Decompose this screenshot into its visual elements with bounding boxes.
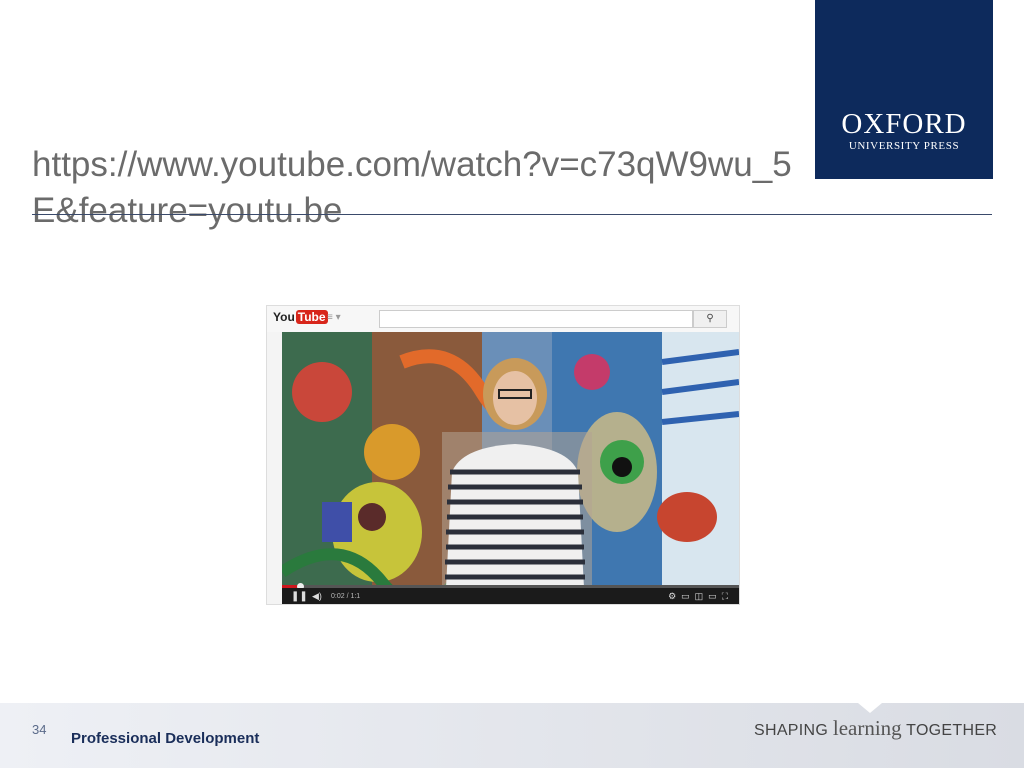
footer-label: Professional Development [71,730,260,747]
video-player[interactable]: ❚❚ ◀) 0:02 / 1:1 ⚙▭◫▭⛶ [282,332,739,604]
youtube-logo: You Tube [273,310,328,324]
logo-name: OXFORD [841,108,967,140]
tagline-right: TOGETHER [906,722,998,739]
volume-icon[interactable]: ◀) [312,591,322,602]
youtube-screenshot: You Tube ≡ ▾ ⚲ ❚❚ ◀) 0:02 / 1:1 ⚙▭◫▭⛶ [266,305,740,605]
logo-subtitle: UNIVERSITY PRESS [848,140,960,152]
oxford-logo: OXFORD UNIVERSITY PRESS [815,0,993,179]
youtube-header: You Tube ≡ ▾ ⚲ [267,306,739,332]
theater-icon[interactable]: ▭ [708,591,722,601]
miniplayer-icon[interactable]: ◫ [695,591,709,601]
pause-icon[interactable]: ❚❚ [291,591,308,602]
video-frame [282,332,739,604]
youtube-logo-right: Tube [295,310,328,324]
menu-icon[interactable]: ≡ ▾ [327,312,341,323]
video-url-link[interactable]: https://www.youtube.com/watch?v=c73qW9wu… [32,142,812,234]
tagline: SHAPING learning TOGETHER [754,716,997,741]
footer-notch [858,703,882,713]
search-icon[interactable]: ⚲ [693,310,727,328]
search-input[interactable] [379,310,693,328]
player-controls: ❚❚ ◀) 0:02 / 1:1 ⚙▭◫▭⛶ [282,588,739,604]
youtube-logo-left: You [273,310,295,324]
title-divider [32,214,992,215]
fullscreen-icon[interactable]: ⛶ [722,591,733,601]
tagline-mid: learning [832,716,902,740]
captions-icon[interactable]: ▭ [681,591,695,601]
tagline-left: SHAPING [754,722,829,739]
video-time: 0:02 / 1:1 [331,593,361,600]
player-right-controls: ⚙▭◫▭⛶ [668,591,733,602]
page-number: 34 [32,722,47,737]
settings-icon[interactable]: ⚙ [668,591,681,601]
